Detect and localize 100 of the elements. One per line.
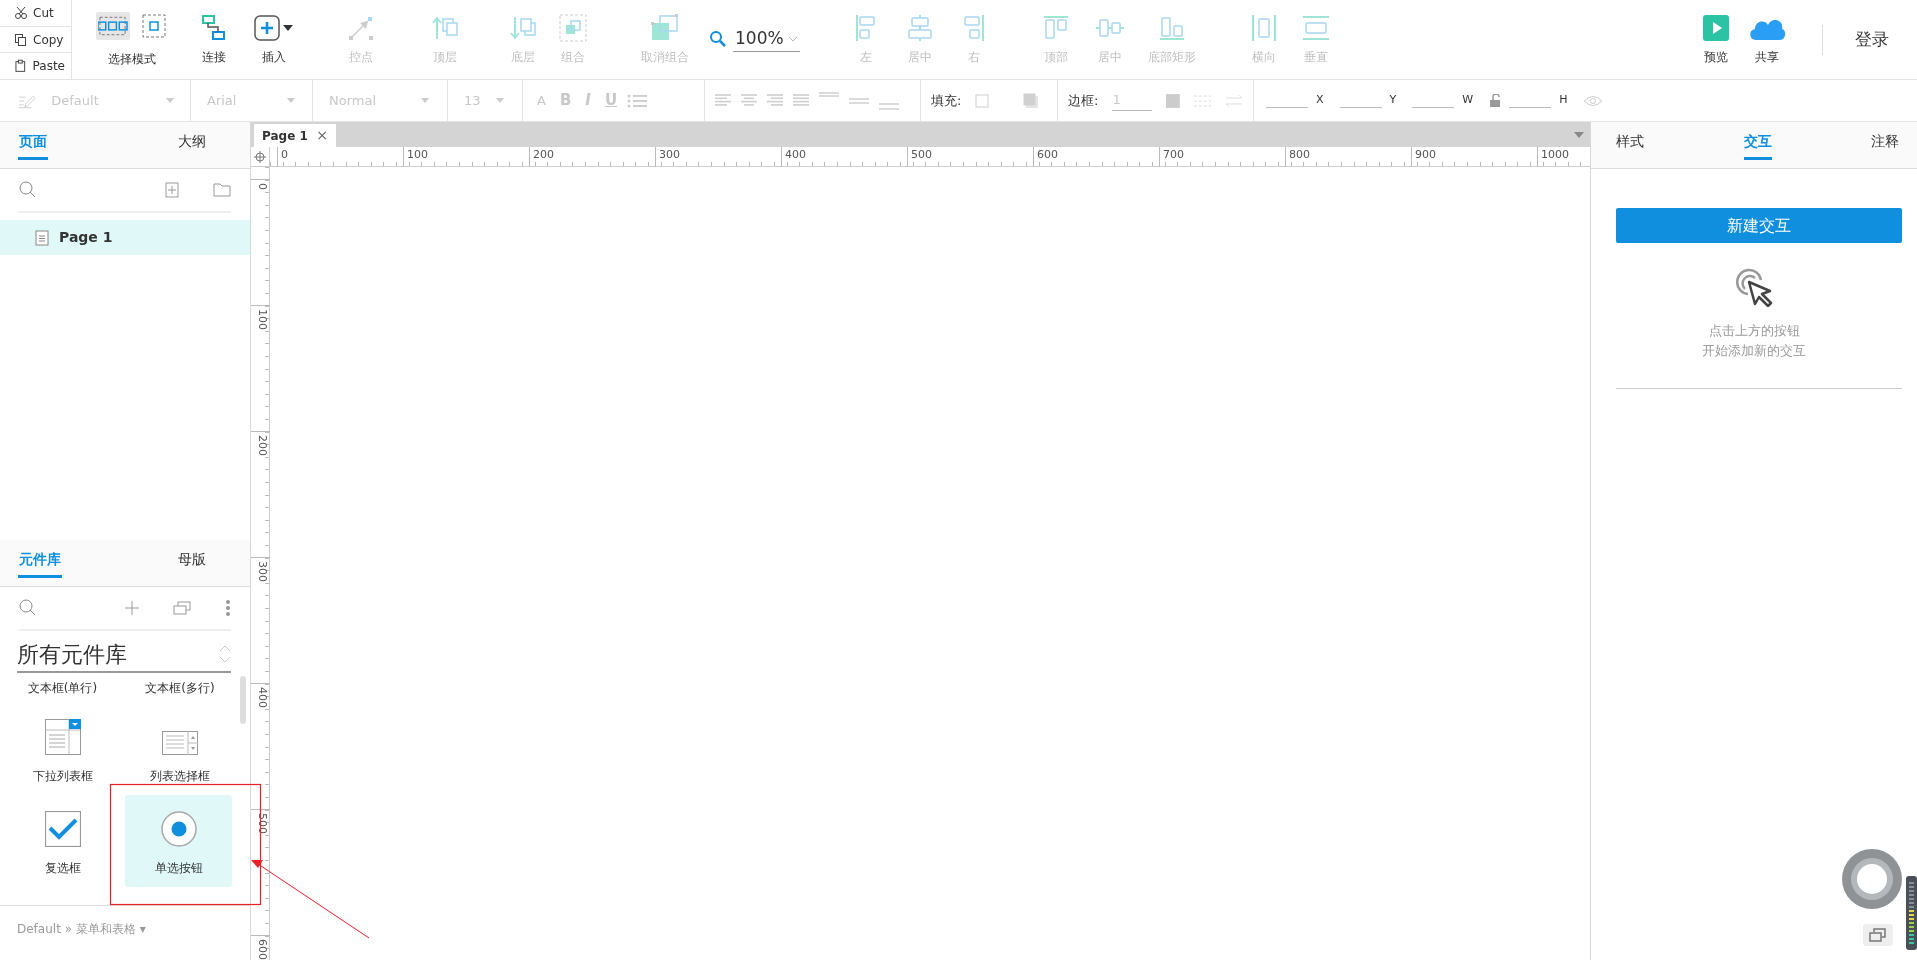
inspector-tab[interactable]: 交互 [1743, 131, 1772, 168]
widget-item[interactable]: 文本框(单行) [0, 673, 125, 703]
copy-button[interactable]: Copy [0, 26, 71, 54]
panel-tab[interactable]: 母版 [134, 549, 250, 586]
connect-tool[interactable]: 连接 [192, 0, 236, 79]
panel-tab[interactable]: 大纲 [134, 131, 250, 168]
ruler-label: 500 [907, 147, 932, 167]
preview-tool[interactable]: 预览 [1694, 0, 1738, 79]
widget-item[interactable]: 下拉列表框 [0, 703, 125, 795]
ruler-label: 1000 [1537, 147, 1569, 167]
list-box-icon [162, 731, 198, 755]
select-icon[interactable] [140, 12, 168, 40]
widget-item[interactable]: 单选按钮 [125, 795, 232, 887]
border-color-icon [1165, 93, 1180, 108]
widget-item[interactable]: 复选框 [0, 795, 125, 887]
align-bottom-icon [1158, 15, 1185, 41]
restore-window-icon [1869, 928, 1887, 942]
send-back-icon [510, 15, 536, 41]
scrollbar[interactable] [240, 676, 246, 724]
field-label: W [1462, 92, 1474, 109]
search-icon [19, 181, 37, 199]
ruler-label: 100 [251, 305, 270, 330]
align-top-icon [1042, 15, 1069, 41]
multi-select-icon[interactable] [96, 12, 130, 40]
caret-icon [287, 98, 295, 103]
justify-icon [793, 94, 809, 107]
cut-button[interactable]: Cut [0, 0, 71, 27]
page-tab[interactable]: Page 1 × [254, 124, 336, 147]
close-icon[interactable]: × [316, 125, 328, 146]
page-icon [35, 229, 49, 246]
copy-icon [14, 32, 27, 47]
inspector-tab[interactable]: 样式 [1616, 131, 1644, 168]
distribute-vertical-icon [1301, 15, 1330, 41]
ruler-label: 700 [1159, 147, 1184, 167]
line-spacing-icon [849, 97, 869, 104]
radio-button-icon [160, 811, 197, 847]
field-label: X [1316, 92, 1324, 109]
add-page-icon [165, 182, 179, 198]
paste-button[interactable]: Paste [0, 53, 71, 79]
panel-tab[interactable]: 页面 [0, 131, 134, 168]
crosshair-icon [254, 150, 266, 163]
ruler-label: 900 [1411, 147, 1436, 167]
ruler-label: 200 [529, 147, 554, 167]
widget-item[interactable]: 文本框(多行) [125, 673, 235, 703]
arrow-style-icon [1225, 93, 1243, 108]
ruler-label: 400 [251, 683, 270, 708]
ungroup-icon [651, 14, 679, 42]
dropdown-list-icon [44, 719, 81, 755]
align-left-icon [715, 94, 731, 107]
folder-icon [213, 183, 231, 197]
field-label: Y [1389, 92, 1397, 109]
clipboard-icon [14, 59, 27, 74]
widget-item[interactable]: 列表选择框 [125, 703, 235, 795]
caret-icon [1574, 132, 1584, 138]
align-center-icon [741, 94, 757, 107]
hint-text: 开始添加新的交互 [1701, 341, 1807, 360]
hint-text: 点击上方的按钮 [1707, 322, 1801, 340]
lock-icon [1489, 94, 1502, 107]
ruler-label: 300 [251, 557, 270, 582]
zoom-dropdown[interactable]: 100% [703, 0, 806, 79]
fill-color-icon [975, 93, 990, 108]
search-icon [709, 30, 727, 48]
border-label: 边框: [1068, 91, 1099, 110]
floating-ring-button[interactable] [1841, 848, 1903, 910]
bring-front-icon [432, 15, 458, 41]
plus-icon [125, 601, 139, 615]
handle-arrow-icon [348, 15, 374, 41]
line-spacing-icon [819, 92, 839, 97]
plus-icon [254, 15, 280, 41]
checkbox-icon [44, 811, 81, 847]
caret-icon [166, 98, 174, 103]
inspector-tab[interactable]: 注释 [1871, 131, 1899, 168]
ruler-label: 0 [251, 179, 270, 190]
caret-icon[interactable]: ▾ [139, 920, 146, 938]
library-path[interactable]: Default » 菜单和表格 [17, 920, 136, 938]
restore-button[interactable] [1863, 924, 1893, 946]
align-right-icon [767, 94, 783, 107]
distribute-horizontal-icon [1250, 14, 1277, 42]
ruler-label: 0 [277, 147, 288, 167]
caret-icon [283, 25, 293, 31]
share-tool[interactable]: 共享 [1742, 0, 1792, 79]
page-item[interactable]: Page 1 [0, 220, 250, 255]
new-interaction-button[interactable]: 新建交互 [1616, 208, 1902, 243]
ruler-label: 800 [1285, 147, 1310, 167]
panel-tab[interactable]: 元件库 [0, 549, 134, 586]
align-left-icon [854, 14, 877, 42]
field-label: H [1559, 92, 1568, 109]
login-link[interactable]: 登录 [1855, 26, 1889, 53]
align-middle-icon [1094, 16, 1125, 40]
click-cursor-icon [1734, 267, 1774, 307]
eye-icon [1583, 94, 1604, 107]
library-title[interactable]: 所有元件库 [17, 637, 127, 671]
up-down-chevron-icon [219, 645, 231, 663]
fill-label: 填充: [931, 91, 962, 110]
insert-tool[interactable]: 插入 [248, 0, 299, 79]
scissors-icon [14, 5, 27, 20]
ruler-label: 300 [655, 147, 680, 167]
align-center-icon [906, 14, 933, 42]
stacked-windows-icon [173, 601, 191, 615]
tool-label: 选择模式 [108, 51, 156, 68]
